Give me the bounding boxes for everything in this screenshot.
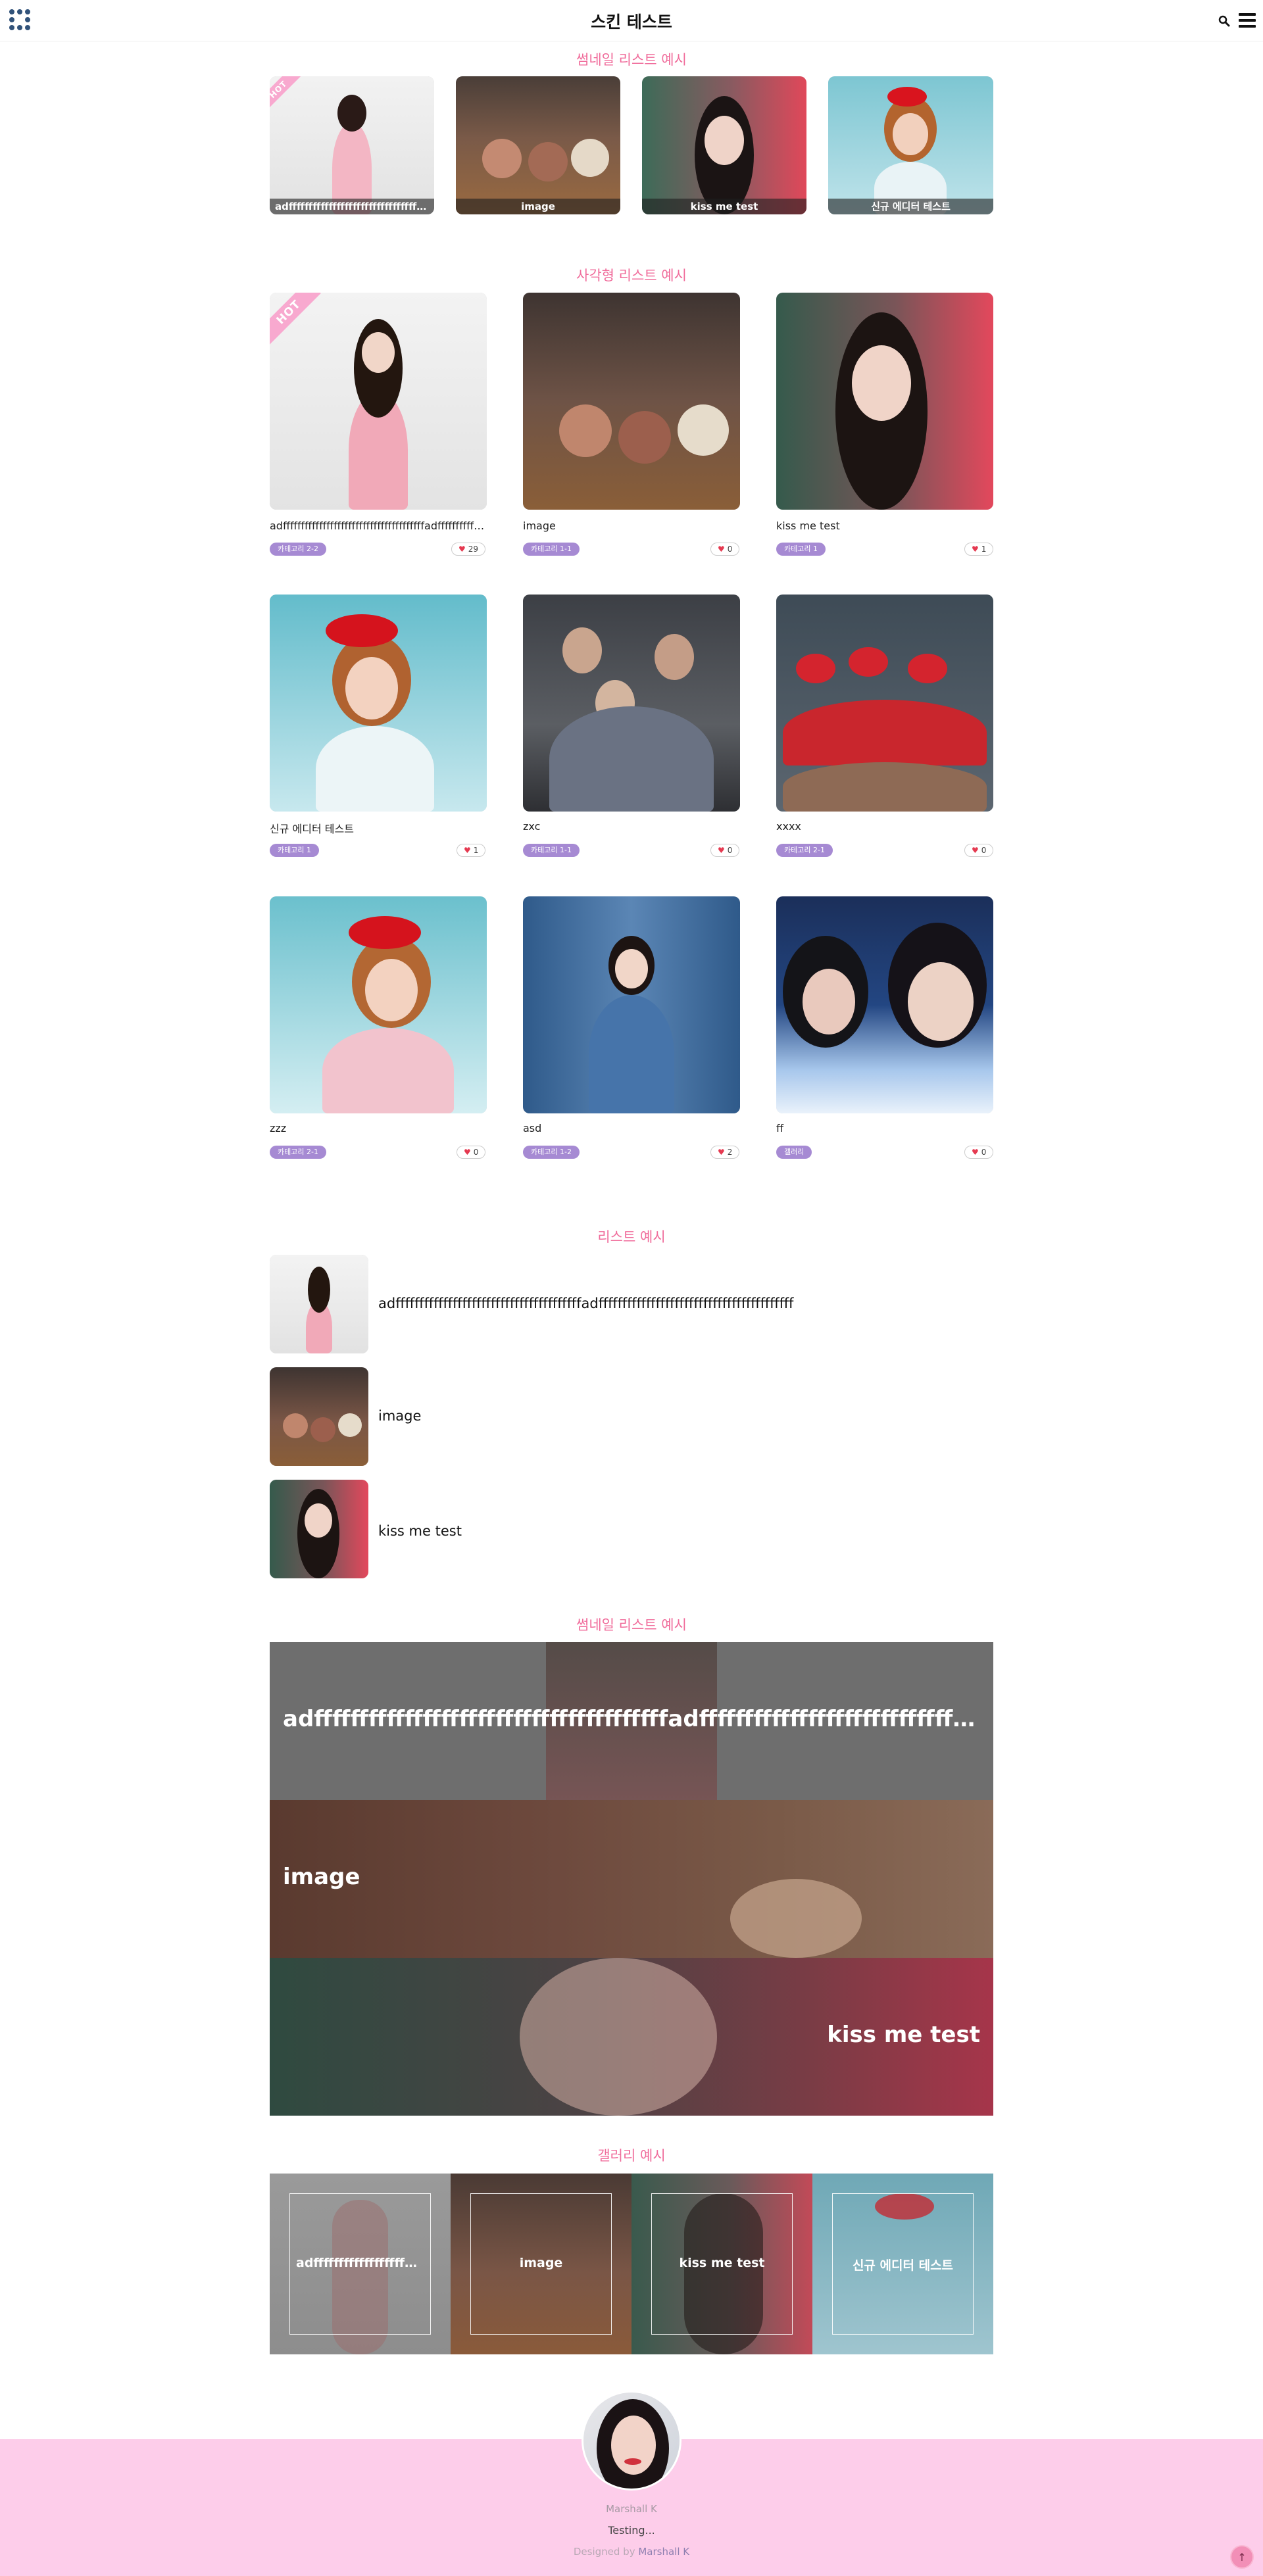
category-badge[interactable]: 카테고리 2-1 xyxy=(776,844,833,857)
arrow-up-icon: ↑ xyxy=(1237,2551,1247,2564)
list-item-thumbnail[interactable] xyxy=(270,1367,368,1466)
list-item-thumbnail[interactable] xyxy=(270,1255,368,1353)
category-badge[interactable]: 카테고리 2-1 xyxy=(270,1146,326,1159)
thumb-caption: kiss me test xyxy=(642,199,806,214)
thumb-card[interactable]: 신규 에디터 테스트 xyxy=(828,76,993,214)
category-badge[interactable]: 카테고리 2-2 xyxy=(270,543,326,556)
category-badge[interactable]: 카테고리 1 xyxy=(776,543,826,556)
like-button[interactable]: ♥ 0 xyxy=(964,844,994,857)
category-badge[interactable]: 갤러리 xyxy=(776,1146,812,1159)
like-button[interactable]: ♥ 29 xyxy=(451,543,486,556)
thumb-caption: image xyxy=(456,199,620,214)
thumb-card[interactable]: HOT adffffffffffffffffffffffffffffffffff… xyxy=(270,76,434,214)
section-title-thumbnail-list: 썸네일 리스트 예시 xyxy=(576,52,687,68)
square-card-image[interactable] xyxy=(523,896,740,1113)
header: 스킨 테스트 xyxy=(0,0,1263,41)
banner-item[interactable]: adffffffffffffffffffffffffffffffffffffff… xyxy=(270,1642,993,1800)
scroll-to-top-button[interactable]: ↑ xyxy=(1230,2545,1254,2569)
list-item-title[interactable]: adffffffffffffffffffffffffffffffffffffff… xyxy=(378,1296,793,1311)
category-badge[interactable]: 카테고리 1 xyxy=(270,844,319,857)
list-item-title[interactable]: kiss me test xyxy=(378,1523,462,1539)
like-button[interactable]: ♥ 0 xyxy=(964,1146,994,1159)
like-button[interactable]: ♥ 0 xyxy=(710,844,740,857)
category-badge[interactable]: 카테고리 1-1 xyxy=(523,543,580,556)
gallery-item[interactable]: adffffffffffffffffffffffffffffffffffffff… xyxy=(270,2174,451,2354)
card-title[interactable]: kiss me test xyxy=(776,520,993,532)
author-description: Testing... xyxy=(608,2524,655,2537)
heart-icon: ♥ xyxy=(718,1148,725,1157)
like-button[interactable]: ♥ 2 xyxy=(710,1146,740,1159)
gallery-title: image xyxy=(519,2256,563,2270)
heart-icon: ♥ xyxy=(464,1148,471,1157)
banner-title: adffffffffffffffffffffffffffffffffffffff… xyxy=(283,1706,980,1732)
square-card-image[interactable] xyxy=(776,896,993,1113)
category-badge[interactable]: 카테고리 1-1 xyxy=(523,844,580,857)
gallery-item[interactable]: 신규 에디터 테스트 xyxy=(812,2174,993,2354)
hamburger-menu-icon[interactable] xyxy=(1239,13,1256,28)
banner-item[interactable]: image xyxy=(270,1800,993,1958)
thumb-card[interactable]: kiss me test xyxy=(642,76,806,214)
like-button[interactable]: ♥ 0 xyxy=(457,1146,486,1159)
section-title-banner-list: 썸네일 리스트 예시 xyxy=(576,1617,687,1633)
credit-link[interactable]: Marshall K xyxy=(638,2546,689,2558)
list-item-title[interactable]: image xyxy=(378,1408,421,1424)
heart-icon: ♥ xyxy=(718,545,725,554)
heart-icon: ♥ xyxy=(972,1148,979,1157)
gallery-item[interactable]: kiss me test xyxy=(632,2174,812,2354)
section-title-list: 리스트 예시 xyxy=(597,1229,666,1245)
square-card-image[interactable] xyxy=(270,896,487,1113)
like-button[interactable]: ♥ 1 xyxy=(964,543,994,556)
category-badge[interactable]: 카테고리 1-2 xyxy=(523,1146,580,1159)
site-title[interactable]: 스킨 테스트 xyxy=(0,9,1263,33)
heart-icon: ♥ xyxy=(972,545,979,554)
heart-icon: ♥ xyxy=(718,846,725,855)
like-button[interactable]: ♥ 0 xyxy=(710,543,740,556)
square-card-image[interactable] xyxy=(776,293,993,510)
card-title[interactable]: 신규 에디터 테스트 xyxy=(270,820,487,836)
author-name: Marshall K xyxy=(606,2503,657,2515)
search-icon[interactable] xyxy=(1218,15,1230,27)
heart-icon: ♥ xyxy=(464,846,471,855)
thumb-caption: adffffffffffffffffffffffffffffffffffffff… xyxy=(270,199,434,214)
banner-title: image xyxy=(283,1864,360,1890)
card-title[interactable]: zxc xyxy=(523,820,740,833)
section-title-square-list: 사각형 리스트 예시 xyxy=(576,268,687,283)
square-card-image[interactable] xyxy=(523,595,740,812)
banner-title: kiss me test xyxy=(827,2022,980,2048)
gallery-title: adffffffffffffffffffffffffffffffffffffff… xyxy=(296,2256,451,2270)
list-item-thumbnail[interactable] xyxy=(270,1480,368,1578)
heart-icon: ♥ xyxy=(458,545,466,554)
card-title[interactable]: ff xyxy=(776,1122,993,1134)
card-title[interactable]: xxxx xyxy=(776,820,993,833)
heart-icon: ♥ xyxy=(972,846,979,855)
banner-item[interactable]: kiss me test xyxy=(270,1958,993,2116)
card-title[interactable]: zzz xyxy=(270,1122,487,1134)
thumb-caption: 신규 에디터 테스트 xyxy=(828,199,993,214)
square-card-image[interactable]: HOT xyxy=(270,293,487,510)
card-title[interactable]: asd xyxy=(523,1122,740,1134)
design-credit: Designed by Marshall K xyxy=(573,2546,690,2558)
card-title[interactable]: image xyxy=(523,520,740,532)
gallery-item[interactable]: image xyxy=(451,2174,632,2354)
section-title-gallery: 갤러리 예시 xyxy=(597,2148,666,2164)
square-card-image[interactable] xyxy=(270,595,487,812)
card-title[interactable]: adffffffffffffffffffffffffffffffffffffff… xyxy=(270,520,487,532)
like-button[interactable]: ♥ 1 xyxy=(457,844,486,857)
square-card-image[interactable] xyxy=(776,595,993,812)
square-card-image[interactable] xyxy=(523,293,740,510)
gallery-title: 신규 에디터 테스트 xyxy=(852,2258,954,2273)
gallery-title: kiss me test xyxy=(679,2256,765,2270)
author-avatar xyxy=(582,2391,681,2491)
thumb-card[interactable]: image xyxy=(456,76,620,214)
